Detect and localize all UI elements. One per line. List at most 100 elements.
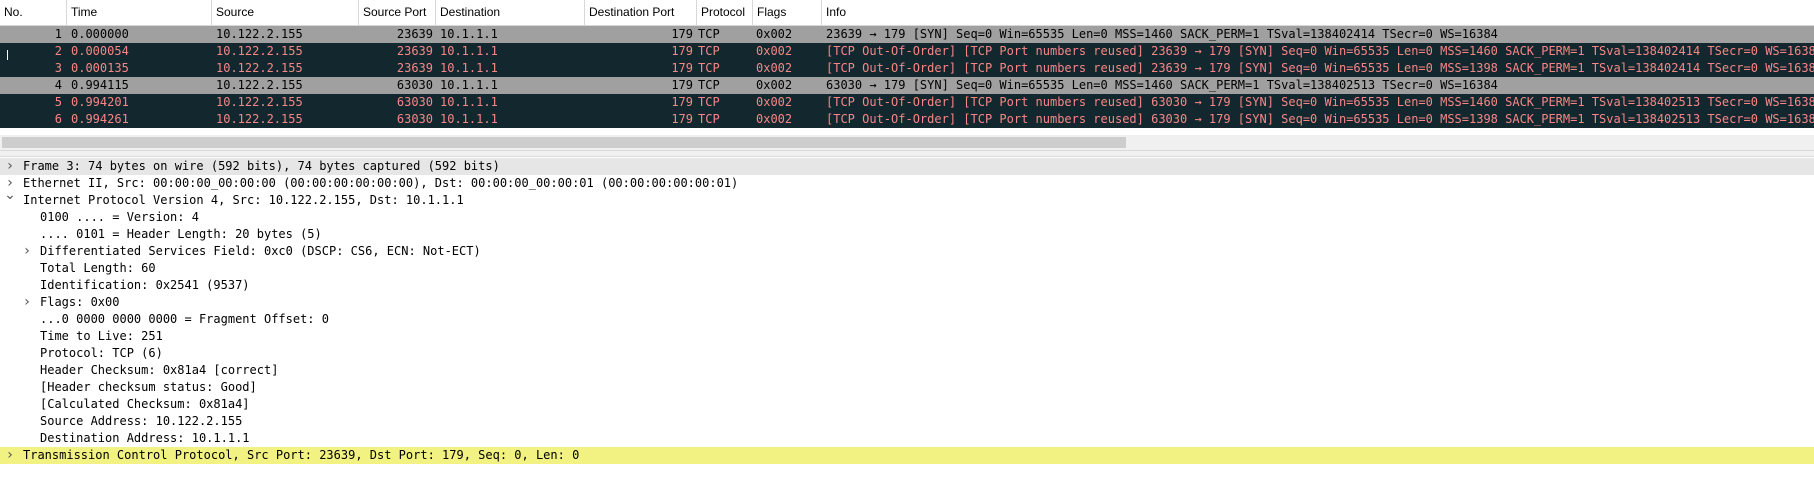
related-packet-line-icon — [7, 50, 15, 60]
detail-tree-item[interactable]: Header Checksum: 0x81a4 [correct] — [0, 362, 1814, 379]
packet-cell-proto: TCP — [698, 112, 720, 126]
packet-cell-time: 0.994115 — [71, 78, 129, 92]
packet-cell-info: 23639 → 179 [SYN] Seq=0 Win=65535 Len=0 … — [826, 27, 1498, 41]
column-header-no[interactable]: No. — [0, 0, 67, 25]
detail-tree-item[interactable]: › Flags: 0x00 — [0, 294, 1814, 311]
scrollbar-thumb[interactable] — [2, 137, 1126, 148]
detail-tree-label: Source Address: 10.122.2.155 — [40, 414, 243, 428]
detail-tree-label: Frame 3: 74 bytes on wire (592 bits), 74… — [23, 159, 500, 173]
packet-cell-proto: TCP — [698, 27, 720, 41]
packet-cell-dport: 179 — [671, 95, 693, 109]
packet-cell-no: 6 — [54, 112, 62, 126]
chevron-right-icon[interactable]: › — [21, 294, 33, 311]
detail-tree-item[interactable]: Identification: 0x2541 (9537) — [0, 277, 1814, 294]
detail-tree-item[interactable]: Source Address: 10.122.2.155 — [0, 413, 1814, 430]
detail-tree-item[interactable]: 0100 .... = Version: 4 — [0, 209, 1814, 226]
detail-tree-label: Time to Live: 251 — [40, 329, 163, 343]
packet-cell-time: 0.994261 — [71, 112, 129, 126]
packet-cell-sport: 23639 — [396, 44, 433, 58]
packet-list-header: No. Time Source Source Port Destination … — [0, 0, 1814, 26]
packet-cell-dst: 10.1.1.1 — [440, 95, 498, 109]
detail-tree-item[interactable]: › Ethernet II, Src: 00:00:00_00:00:00 (00… — [0, 175, 1814, 192]
packet-cell-flags: 0x002 — [756, 78, 793, 92]
packet-cell-src: 10.122.2.155 — [216, 61, 303, 75]
detail-tree-item[interactable]: ...0 0000 0000 0000 = Fragment Offset: 0 — [0, 311, 1814, 328]
detail-tree-item[interactable]: .... 0101 = Header Length: 20 bytes (5) — [0, 226, 1814, 243]
packet-cell-sport: 23639 — [396, 61, 433, 75]
packet-cell-dst: 10.1.1.1 — [440, 61, 498, 75]
detail-tree-label: .... 0101 = Header Length: 20 bytes (5) — [40, 227, 322, 241]
horizontal-scrollbar[interactable] — [0, 135, 1814, 150]
packet-cell-info: 63030 → 179 [SYN] Seq=0 Win=65535 Len=0 … — [826, 78, 1498, 92]
packet-cell-time: 0.994201 — [71, 95, 129, 109]
detail-tree-item[interactable]: [Header checksum status: Good] — [0, 379, 1814, 396]
column-header-destination-port[interactable]: Destination Port — [585, 0, 697, 25]
chevron-right-icon[interactable]: › — [4, 447, 16, 464]
packet-row[interactable]: 5 0.994201 10.122.2.155 63030 10.1.1.1 179 TCP… — [0, 94, 1814, 111]
packet-cell-src: 10.122.2.155 — [216, 78, 303, 92]
packet-cell-sport: 63030 — [396, 95, 433, 109]
detail-tree-label: Differentiated Services Field: 0xc0 (DSC… — [40, 244, 481, 258]
packet-cell-proto: TCP — [698, 61, 720, 75]
packet-row[interactable]: 2 0.000054 10.122.2.155 23639 10.1.1.1 179 TCP… — [0, 43, 1814, 60]
detail-tree-item[interactable]: Time to Live: 251 — [0, 328, 1814, 345]
packet-cell-proto: TCP — [698, 44, 720, 58]
packet-cell-src: 10.122.2.155 — [216, 27, 303, 41]
packet-cell-flags: 0x002 — [756, 44, 793, 58]
packet-cell-info: [TCP Out-Of-Order] [TCP Port numbers reu… — [826, 44, 1814, 58]
packet-cell-proto: TCP — [698, 78, 720, 92]
packet-cell-dport: 179 — [671, 44, 693, 58]
packet-cell-flags: 0x002 — [756, 95, 793, 109]
detail-tree-label: Transmission Control Protocol, Src Port:… — [23, 448, 580, 462]
column-header-source[interactable]: Source — [212, 0, 359, 25]
detail-tree-item[interactable]: › Differentiated Services Field: 0xc0 (DS… — [0, 243, 1814, 260]
chevron-right-icon[interactable]: › — [21, 243, 33, 260]
packet-cell-info: [TCP Out-Of-Order] [TCP Port numbers reu… — [826, 61, 1814, 75]
column-header-flags[interactable]: Flags — [753, 0, 822, 25]
detail-tree-item[interactable]: [Calculated Checksum: 0x81a4] — [0, 396, 1814, 413]
detail-tree-item[interactable]: › Transmission Control Protocol, Src Port… — [0, 447, 1814, 464]
packet-row[interactable]: 3 0.000135 10.122.2.155 23639 10.1.1.1 179 TCP… — [0, 60, 1814, 77]
packet-list[interactable]: No. Time Source Source Port Destination … — [0, 0, 1814, 150]
detail-tree-label: Identification: 0x2541 (9537) — [40, 278, 250, 292]
packet-cell-no: 4 — [54, 78, 62, 92]
packet-row[interactable]: 6 0.994261 10.122.2.155 63030 10.1.1.1 179 TCP… — [0, 111, 1814, 128]
packet-cell-time: 0.000000 — [71, 27, 129, 41]
detail-tree-item[interactable]: Total Length: 60 — [0, 260, 1814, 277]
column-header-source-port[interactable]: Source Port — [359, 0, 436, 25]
detail-tree-item[interactable]: ⌄ Internet Protocol Version 4, Src: 10.12… — [0, 187, 1814, 209]
packet-cell-dport: 179 — [671, 27, 693, 41]
detail-tree-item[interactable]: Protocol: TCP (6) — [0, 345, 1814, 362]
chevron-right-icon[interactable]: › — [4, 158, 16, 175]
packet-cell-sport: 63030 — [396, 78, 433, 92]
packet-row[interactable]: 4 0.994115 10.122.2.155 63030 10.1.1.1 179 TCP… — [0, 77, 1814, 94]
column-header-protocol[interactable]: Protocol — [697, 0, 753, 25]
packet-cell-time: 0.000054 — [71, 44, 129, 58]
packet-cell-dst: 10.1.1.1 — [440, 112, 498, 126]
packet-cell-src: 10.122.2.155 — [216, 112, 303, 126]
packet-cell-no: 1 — [54, 27, 62, 41]
column-header-destination[interactable]: Destination — [436, 0, 585, 25]
column-header-time[interactable]: Time — [67, 0, 212, 25]
packet-cell-time: 0.000135 — [71, 61, 129, 75]
detail-tree-label: 0100 .... = Version: 4 — [40, 210, 199, 224]
packet-cell-dst: 10.1.1.1 — [440, 44, 498, 58]
detail-tree-label: ...0 0000 0000 0000 = Fragment Offset: 0 — [40, 312, 329, 326]
packet-details-tree[interactable]: › Frame 3: 74 bytes on wire (592 bits), 7… — [0, 158, 1814, 480]
detail-tree-label: Internet Protocol Version 4, Src: 10.122… — [23, 193, 464, 207]
packet-cell-info: [TCP Out-Of-Order] [TCP Port numbers reu… — [826, 95, 1814, 109]
detail-tree-label: Destination Address: 10.1.1.1 — [40, 431, 250, 445]
packet-cell-dport: 179 — [671, 78, 693, 92]
packet-cell-src: 10.122.2.155 — [216, 95, 303, 109]
packet-cell-no: 3 — [54, 61, 62, 75]
pane-splitter[interactable] — [0, 150, 1814, 157]
chevron-down-icon[interactable]: ⌄ — [4, 187, 16, 204]
detail-tree-label: Total Length: 60 — [40, 261, 156, 275]
detail-tree-item[interactable]: Destination Address: 10.1.1.1 — [0, 430, 1814, 447]
packet-row[interactable]: 1 0.000000 10.122.2.155 23639 10.1.1.1 179 TCP… — [0, 26, 1814, 43]
packet-cell-dst: 10.1.1.1 — [440, 78, 498, 92]
packet-cell-dport: 179 — [671, 112, 693, 126]
detail-tree-item[interactable]: › Frame 3: 74 bytes on wire (592 bits), 7… — [0, 158, 1814, 175]
packet-cell-proto: TCP — [698, 95, 720, 109]
column-header-info[interactable]: Info — [822, 0, 1814, 25]
